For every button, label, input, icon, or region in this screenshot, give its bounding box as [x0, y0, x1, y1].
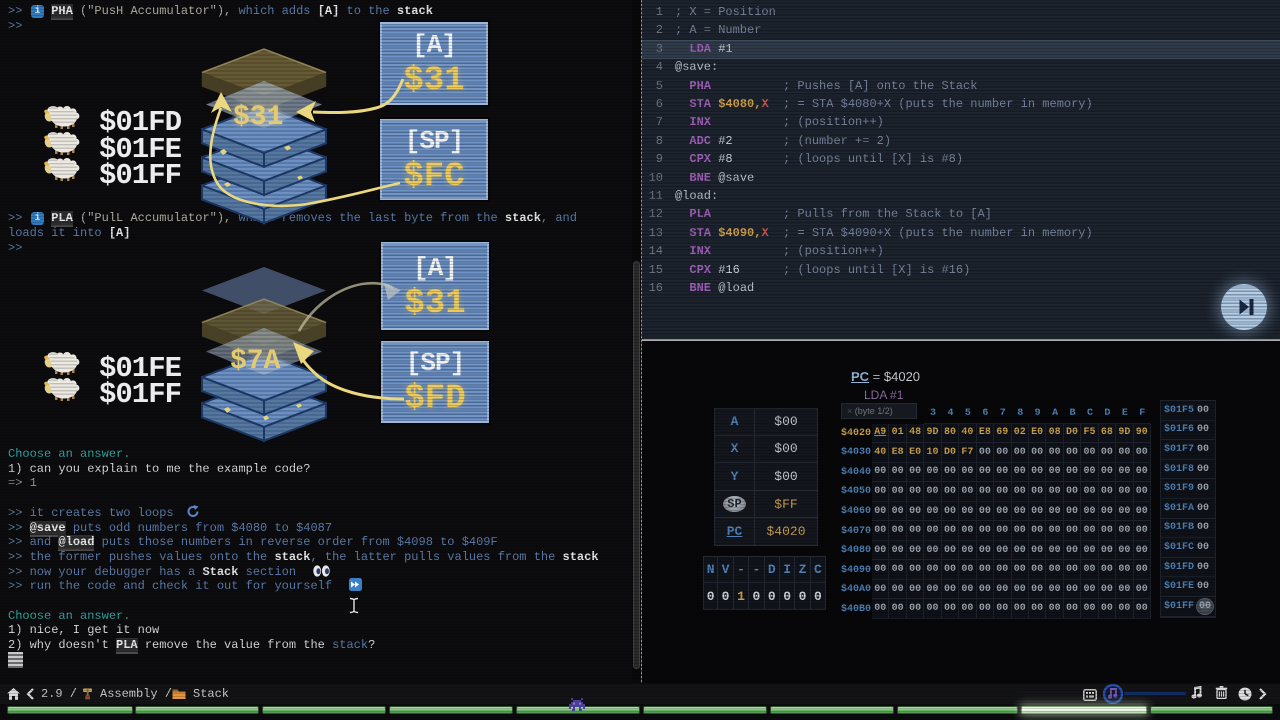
svg-text:$31: $31 [233, 102, 283, 133]
svg-text:$7A: $7A [230, 346, 281, 377]
